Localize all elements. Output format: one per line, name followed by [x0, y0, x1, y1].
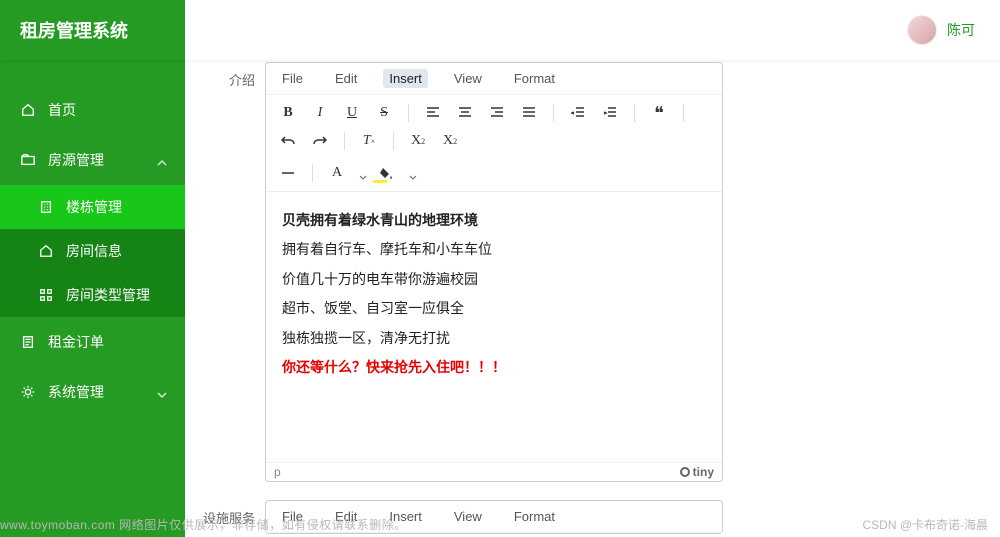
sidebar-item-building[interactable]: 楼栋管理: [0, 185, 185, 229]
chevron-down-icon[interactable]: [409, 169, 417, 177]
editor-content[interactable]: 贝壳拥有着绿水青山的地理环境 拥有着自行车、摩托车和小车车位 价值几十万的电车带…: [266, 192, 722, 462]
separator: [393, 132, 394, 150]
editor-statusbar: p tiny: [266, 462, 722, 481]
redo-button[interactable]: [308, 129, 332, 153]
superscript-button[interactable]: X2: [438, 129, 462, 153]
sidebar-item-housing[interactable]: 房源管理: [0, 135, 185, 185]
italic-button[interactable]: I: [308, 101, 332, 125]
chevron-down-icon: [157, 387, 167, 397]
sidebar-item-home[interactable]: 首页: [0, 85, 185, 135]
intro-editor: File Edit Insert View Format B I U S: [265, 62, 723, 482]
sidebar-item-system[interactable]: 系统管理: [0, 367, 185, 417]
app-title: 租房管理系统: [20, 17, 128, 43]
content-line: 贝壳拥有着绿水青山的地理环境: [282, 206, 706, 235]
tiny-branding[interactable]: tiny: [680, 465, 714, 479]
home-icon: [20, 102, 36, 118]
editor-menubar: File Edit Insert View Format: [266, 63, 722, 95]
content-line: 超市、饭堂、自习室一应俱全: [282, 294, 706, 323]
blockquote-button[interactable]: ❝: [647, 101, 671, 125]
content-line: 独栋独揽一区，清净无打扰: [282, 324, 706, 353]
sidebar-item-label: 房间类型管理: [66, 285, 150, 305]
doc-icon: [20, 334, 36, 350]
watermark-left: www.toymoban.com 网络图片仅供展示，非存储，如有侵权请联系删除。: [0, 516, 407, 533]
sidebar-item-label: 租金订单: [48, 332, 104, 352]
watermark-right: CSDN @卡布奇诺-海晨: [862, 516, 988, 533]
form-row-intro: 介绍 File Edit Insert View Format B I U S: [185, 62, 1000, 482]
sidebar-item-label: 系统管理: [48, 382, 104, 402]
underline-button[interactable]: U: [340, 101, 364, 125]
sidebar-item-room-type[interactable]: 房间类型管理: [0, 273, 185, 317]
subscript-button[interactable]: X2: [406, 129, 430, 153]
logo-area: 租房管理系统: [0, 0, 185, 60]
sidebar-item-label: 楼栋管理: [66, 197, 122, 217]
menu-insert[interactable]: Insert: [383, 69, 428, 88]
building-icon: [38, 199, 54, 215]
menu-format[interactable]: Format: [508, 69, 561, 88]
outdent-button[interactable]: [566, 101, 590, 125]
username: 陈可: [947, 20, 975, 40]
sidebar-item-label: 房间信息: [66, 241, 122, 261]
bold-button[interactable]: B: [276, 101, 300, 125]
separator: [408, 104, 409, 122]
content-line: 价值几十万的电车带你游遍校园: [282, 265, 706, 294]
chevron-up-icon: [157, 155, 167, 165]
chevron-down-icon[interactable]: [359, 169, 367, 177]
indent-button[interactable]: [598, 101, 622, 125]
menu-edit[interactable]: Edit: [329, 69, 363, 88]
gear-icon: [20, 384, 36, 400]
menu-view[interactable]: View: [448, 69, 488, 88]
separator: [553, 104, 554, 122]
align-right-button[interactable]: [485, 101, 509, 125]
intro-label: 介绍: [185, 62, 265, 482]
hr-button[interactable]: [276, 161, 300, 185]
separator: [634, 104, 635, 122]
editor-toolbar: B I U S ❝: [266, 95, 722, 192]
align-justify-button[interactable]: [517, 101, 541, 125]
sidebar-item-label: 首页: [48, 100, 76, 120]
sidebar: 首页 房源管理 楼栋管理 房间信息 房间类型管理 租金订单 系统管理: [0, 60, 185, 537]
backcolor-button[interactable]: [375, 161, 399, 185]
align-center-button[interactable]: [453, 101, 477, 125]
sidebar-item-room-info[interactable]: 房间信息: [0, 229, 185, 273]
header: 租房管理系统 陈可: [0, 0, 1000, 60]
menu-view[interactable]: View: [448, 507, 488, 526]
strike-button[interactable]: S: [372, 101, 396, 125]
menu-file[interactable]: File: [276, 69, 309, 88]
status-path[interactable]: p: [274, 465, 281, 479]
separator: [312, 164, 313, 182]
folder-icon: [20, 152, 36, 168]
undo-button[interactable]: [276, 129, 300, 153]
grid-icon: [38, 287, 54, 303]
avatar[interactable]: [907, 15, 937, 45]
clear-format-button[interactable]: T×: [357, 129, 381, 153]
sidebar-item-label: 房源管理: [48, 150, 104, 170]
room-icon: [38, 243, 54, 259]
tiny-icon: [680, 467, 690, 477]
user-area[interactable]: 陈可: [907, 15, 1000, 45]
align-left-button[interactable]: [421, 101, 445, 125]
menu-format[interactable]: Format: [508, 507, 561, 526]
content-line: 拥有着自行车、摩托车和小车车位: [282, 235, 706, 264]
forecolor-button[interactable]: A: [325, 161, 349, 185]
content-cta: 你还等什么？快来抢先入住吧！！！: [282, 353, 706, 382]
main-content: 介绍 File Edit Insert View Format B I U S: [185, 60, 1000, 537]
sidebar-item-rent-orders[interactable]: 租金订单: [0, 317, 185, 367]
separator: [683, 104, 684, 122]
separator: [344, 132, 345, 150]
